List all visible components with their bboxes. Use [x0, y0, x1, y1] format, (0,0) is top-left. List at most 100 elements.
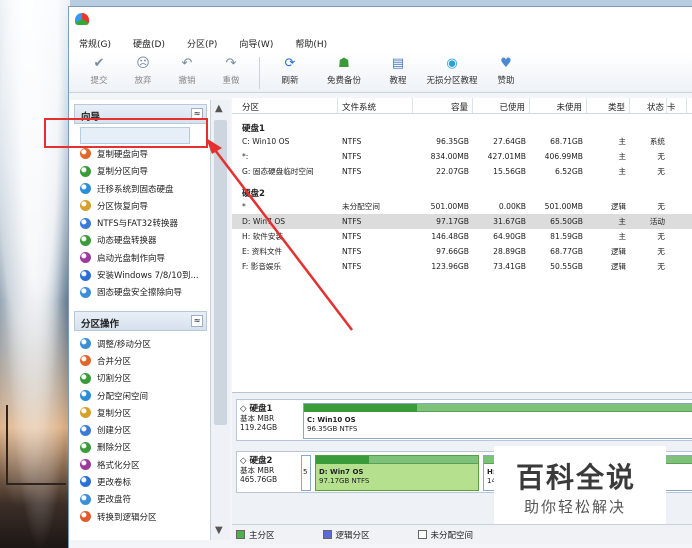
disk2-partition-d[interactable]: D: Win7 OS 97.17GB NTFS — [315, 455, 479, 491]
menu-item-4[interactable]: 帮助(H) — [295, 37, 327, 50]
disk1-map[interactable]: ◇ 硬盘1 基本 MBR 119.24GB C: Win10 OS 96.35G… — [236, 399, 692, 441]
ops-item[interactable]: 更改卷标 — [80, 473, 211, 490]
table-cell: 501.00MB — [544, 202, 583, 211]
menu-item-2[interactable]: 分区(P) — [187, 37, 217, 50]
table-cell: 无 — [657, 152, 665, 161]
ops-item[interactable]: 更改盘符 — [80, 491, 211, 508]
wizard-item[interactable]: NTFS与FAT32转换器 — [80, 214, 211, 231]
table-cell: 主 — [618, 152, 626, 161]
menu-item-1[interactable]: 硬盘(D) — [133, 37, 165, 50]
column-header[interactable]: 未使用 — [530, 98, 587, 113]
ops-item-label: 格式化分区 — [97, 460, 140, 471]
column-header[interactable]: 卡 — [667, 98, 687, 113]
table-cell: 427.01MB — [487, 152, 526, 161]
column-header[interactable]: 状态 — [630, 98, 667, 113]
disk1-partition-c[interactable]: C: Win10 OS 96.35GB NTFS — [303, 403, 692, 439]
table-row[interactable]: D: Win7 OS NTFS 97.17GB 31.67GB 65.50GB 主 活动 — [232, 214, 692, 229]
wizard-item-label: 安装Windows 7/8/10到... — [97, 271, 199, 282]
toolbar-button-4[interactable]: ⟳ 刷新 — [268, 53, 312, 86]
ops-item-icon — [80, 372, 91, 384]
app-logo-icon — [75, 13, 89, 25]
wizard-item-label: 迁移系统到固态硬盘 — [97, 184, 174, 195]
ops-item-icon — [80, 407, 91, 419]
table-cell: NTFS — [342, 232, 362, 241]
ops-item-label: 合并分区 — [97, 356, 132, 367]
discard-icon: ☹ — [136, 56, 150, 71]
table-cell: 6.52GB — [554, 167, 583, 176]
table-row[interactable]: G: 固态硬盘临时空间 NTFS 22.07GB 15.56GB 6.52GB 主 无 — [232, 164, 692, 179]
disk-group-header[interactable]: 硬盘2 — [232, 179, 692, 199]
menu-item-0[interactable]: 常规(G) — [79, 37, 111, 50]
table-cell: 主 — [618, 232, 626, 241]
table-body: 硬盘1 C: Win10 OS NTFS 96.35GB 27.64GB 68.71GB 主… — [232, 114, 692, 274]
ops-panel-header[interactable]: 分区操作 ≈ — [74, 310, 207, 331]
wizard-item[interactable]: 启动光盘制作向导 — [80, 249, 211, 266]
table-cell: G: 固态硬盘临时空间 — [242, 167, 314, 176]
table-cell: 0.00KB — [498, 202, 526, 211]
toolbar-button-6[interactable]: ▤ 教程 — [376, 53, 420, 86]
title-bar — [69, 7, 692, 33]
collapse-icon[interactable]: ≈ — [191, 314, 203, 327]
table-cell: 逻辑 — [610, 202, 626, 211]
table-cell: 31.67GB — [493, 217, 526, 226]
table-cell: 15.56GB — [493, 167, 526, 176]
table-row[interactable]: E: 资料文件 NTFS 97.66GB 28.89GB 68.77GB 逻辑 无 — [232, 244, 692, 259]
ops-item-icon — [80, 459, 91, 471]
column-header[interactable]: 分区 — [232, 98, 338, 113]
wizard-item[interactable]: 分区恢复向导 — [80, 197, 211, 214]
tutorial-icon: ▤ — [391, 56, 405, 71]
wizard-item[interactable]: 复制分区向导 — [80, 163, 211, 180]
toolbar-button-8[interactable]: ♥ 赞助 — [484, 53, 528, 86]
ops-item[interactable]: 格式化分区 — [80, 456, 211, 473]
toolbar-button-0[interactable]: ✔ 提交 — [77, 53, 121, 86]
ops-item-icon — [80, 390, 91, 401]
toolbar-button-3[interactable]: ↷ 重做 — [209, 53, 253, 86]
wizard-item[interactable]: 动态硬盘转换器 — [80, 232, 211, 249]
toolbar-button-1[interactable]: ☹ 放弃 — [121, 53, 165, 86]
scroll-down-icon[interactable]: ▼ — [215, 525, 223, 536]
table-cell: 主 — [618, 167, 626, 176]
column-header[interactable]: 类型 — [587, 98, 630, 113]
toolbar-button-7[interactable]: ◉ 无损分区教程 — [420, 53, 484, 86]
ops-item[interactable]: 删除分区 — [80, 439, 211, 456]
table-cell: 834.00MB — [430, 152, 469, 161]
toolbar-button-2[interactable]: ↶ 撤销 — [165, 53, 209, 86]
left-scrollbar[interactable]: ▲ ▼ — [210, 100, 230, 540]
table-row[interactable]: C: Win10 OS NTFS 96.35GB 27.64GB 68.71GB 主 系统 — [232, 134, 692, 149]
ops-item[interactable]: 创建分区 — [80, 421, 211, 438]
wizard-item-label: NTFS与FAT32转换器 — [97, 219, 178, 230]
ops-item[interactable]: 合并分区 — [80, 352, 211, 369]
ops-item[interactable]: 转换到逻辑分区 — [80, 508, 211, 525]
table-cell: 主 — [618, 217, 626, 226]
ops-item-label: 切割分区 — [97, 374, 132, 385]
scroll-thumb[interactable] — [214, 120, 227, 425]
table-row[interactable]: *: NTFS 834.00MB 427.01MB 406.99MB 主 无 — [232, 149, 692, 164]
wizard-item[interactable]: 固态硬盘安全擦除向导 — [80, 284, 211, 301]
ops-item[interactable]: 复制分区 — [80, 404, 211, 421]
disk2-unallocated[interactable]: 5 — [301, 455, 311, 491]
toolbar: ✔ 提交 ☹ 放弃 ↶ 撤销 ↷ 重做 ⟳ 刷新 ☗ 免费备份 ▤ 教程 ◉ 无损分区教程 ♥ 赞助 — [69, 53, 692, 93]
disk-group-header[interactable]: 硬盘1 — [232, 114, 692, 134]
table-cell: 逻辑 — [610, 262, 626, 271]
table-row[interactable]: F: 影音娱乐 NTFS 123.96GB 73.41GB 50.55GB 逻辑 无 — [232, 259, 692, 274]
table-cell: NTFS — [342, 217, 362, 226]
ops-item[interactable]: 调整/移动分区 — [80, 335, 211, 352]
ops-item[interactable]: 切割分区 — [80, 370, 211, 387]
column-header[interactable]: 已使用 — [473, 98, 530, 113]
ops-item[interactable]: 分配空闲空间 — [80, 387, 211, 404]
table-cell: NTFS — [342, 262, 362, 271]
column-header[interactable]: 容量 — [413, 98, 473, 113]
table-cell: 27.64GB — [493, 137, 526, 146]
column-header[interactable]: 文件系统 — [338, 98, 413, 113]
legend-unallocated: 未分配空间 — [417, 529, 473, 541]
wizard-item[interactable]: 安装Windows 7/8/10到... — [80, 266, 211, 283]
menu-item-3[interactable]: 向导(W) — [239, 37, 273, 50]
table-cell: 406.99MB — [544, 152, 583, 161]
table-row[interactable]: H: 软件安装 NTFS 146.48GB 64.90GB 81.59GB 主 无 — [232, 229, 692, 244]
scroll-up-icon[interactable]: ▲ — [215, 103, 223, 114]
table-cell: 28.89GB — [493, 247, 526, 256]
toolbar-button-5[interactable]: ☗ 免费备份 — [312, 53, 376, 86]
wizard-item[interactable]: 迁移系统到固态硬盘 — [80, 180, 211, 197]
table-row[interactable]: * 未分配空间 501.00MB 0.00KB 501.00MB 逻辑 无 — [232, 199, 692, 214]
table-cell: 64.90GB — [493, 232, 526, 241]
